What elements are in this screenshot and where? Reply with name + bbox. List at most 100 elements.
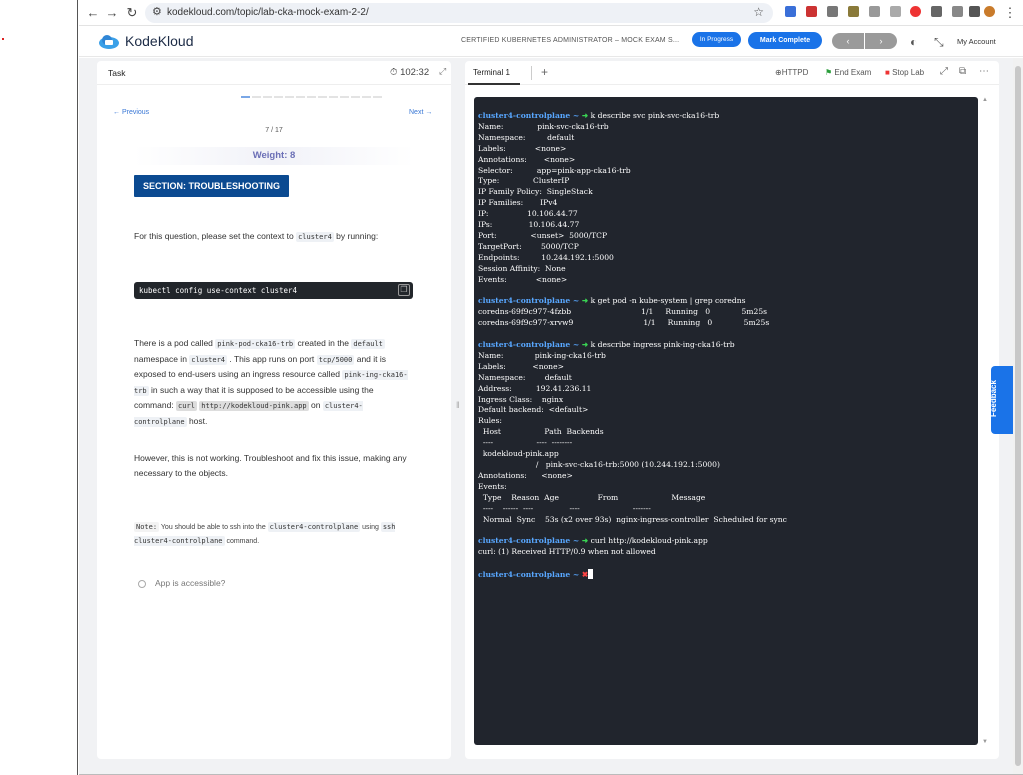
url-text[interactable]: kodekloud.com/topic/lab-cka-mock-exam-2-… — [167, 7, 369, 18]
inline-code: cluster4 — [189, 354, 228, 365]
divider — [531, 66, 532, 80]
reload-button[interactable]: ↻ — [123, 4, 141, 22]
next-question-link[interactable]: Next → — [409, 109, 432, 116]
forward-button[interactable]: → — [103, 4, 121, 22]
text: There is a pod called — [134, 338, 216, 348]
section-badge: SECTION: TROUBLESHOOTING — [134, 175, 289, 197]
terminal-tab-bar: Terminal 1 + ⊕HTTPD ⚑ End Exam ■ Stop La… — [465, 61, 999, 85]
progress-step[interactable] — [318, 96, 327, 98]
check-label: App is accessible? — [155, 578, 226, 588]
text: host. — [186, 415, 208, 426]
site-settings-icon[interactable]: ⚙ — [152, 5, 162, 18]
prompt: cluster4-controlplane ~ — [478, 296, 582, 306]
logo-text[interactable]: KodeKloud — [125, 33, 194, 49]
command: k describe svc pink-svc-cka16-trb — [588, 111, 720, 120]
progress-step[interactable] — [340, 96, 349, 98]
command-output: coredns-69f9c977-4fzbb 1/1 Running 0 5m2… — [478, 307, 770, 328]
feedback-tab[interactable]: Feedback — [989, 366, 1013, 434]
terminal-output: cluster4-controlplane ~ ➜ k describe svc… — [478, 111, 787, 581]
text: by running: — [333, 231, 379, 241]
site-header: KodeKloud CERTIFIED KUBERNETES ADMINISTR… — [79, 27, 1023, 57]
bookmark-star-icon[interactable]: ☆ — [753, 5, 764, 19]
timer-value: 102:32 — [400, 67, 430, 78]
command-block: kubectl config use-context cluster4 ❐ — [134, 282, 413, 299]
browser-toolbar: ← → ↻ ⚙ kodekloud.com/topic/lab-cka-mock… — [79, 0, 1023, 26]
command-output: Name: pink-svc-cka16-trb Namespace: defa… — [478, 121, 631, 284]
my-account-link[interactable]: My Account — [957, 37, 996, 46]
add-terminal-button[interactable]: + — [541, 65, 548, 79]
troubleshoot-instruction: However, this is not working. Troublesho… — [134, 453, 407, 478]
check-status-icon — [138, 579, 146, 588]
command: k get pod -n kube-system | grep coredns — [588, 296, 746, 306]
page-scrollbar[interactable] — [1013, 58, 1023, 775]
text: namespace in — [134, 353, 190, 364]
extension-icon-4[interactable] — [848, 6, 859, 17]
scrollbar-thumb[interactable] — [1015, 66, 1021, 766]
exam-timer: ⏱ 102:32 — [390, 67, 430, 78]
profile-avatar[interactable] — [984, 6, 995, 17]
more-options-icon[interactable]: ⋯ — [979, 66, 989, 77]
prev-lesson-button[interactable]: ‹ — [832, 33, 864, 49]
progress-step[interactable] — [351, 96, 360, 98]
globe-icon: ⊕ — [775, 68, 782, 77]
browser-menu-icon[interactable]: ⋮ — [1001, 4, 1019, 22]
back-button[interactable]: ← — [84, 4, 102, 22]
question-weight: Weight: 8 — [134, 147, 414, 165]
open-new-window-icon[interactable]: ⧉ — [959, 66, 966, 77]
progress-step[interactable] — [307, 96, 316, 98]
theme-toggle-icon[interactable]: ◐ — [910, 35, 917, 49]
flag-icon: ⚑ — [825, 68, 833, 77]
address-bar[interactable]: ⚙ kodekloud.com/topic/lab-cka-mock-exam-… — [145, 3, 773, 23]
extension-icon-2[interactable] — [806, 6, 817, 17]
terminal-screen[interactable]: cluster4-controlplane ~ ➜ k describe svc… — [474, 97, 978, 745]
expand-icon[interactable]: ⤢ — [940, 66, 948, 77]
stop-lab-label: Stop Lab — [892, 68, 925, 77]
progress-step[interactable] — [274, 96, 283, 98]
progress-step[interactable] — [329, 96, 338, 98]
extension-icon-5[interactable] — [869, 6, 880, 17]
terminal-tab-1[interactable]: Terminal 1 — [473, 68, 510, 77]
text: For this question, please set the contex… — [134, 231, 297, 241]
extension-icon-3[interactable] — [827, 6, 838, 17]
side-panel-icon[interactable] — [952, 6, 963, 17]
extension-icon-6[interactable] — [890, 6, 901, 17]
mark-complete-button[interactable]: Mark Complete — [748, 32, 822, 49]
extension-icon-1[interactable] — [785, 6, 796, 17]
previous-question-link[interactable]: ← Previous — [113, 109, 149, 116]
stop-icon: ■ — [885, 68, 890, 77]
next-lesson-button[interactable]: › — [865, 33, 897, 49]
prompt: cluster4-controlplane ~ — [478, 570, 582, 580]
extensions-puzzle-icon[interactable] — [931, 6, 942, 17]
task-tab[interactable]: Task — [108, 68, 125, 78]
progress-step[interactable] — [263, 96, 272, 98]
extension-icon-7[interactable] — [910, 6, 921, 17]
exam-title: CERTIFIED KUBERNETES ADMINISTRATOR – MOC… — [461, 37, 680, 44]
scroll-up-icon[interactable]: ▲ — [982, 97, 988, 103]
progress-step[interactable] — [362, 96, 371, 98]
httpd-label: HTTPD — [781, 68, 809, 77]
collapse-icon[interactable]: ⤡ — [934, 35, 944, 50]
panel-resize-handle[interactable]: ‖ — [456, 400, 460, 410]
expand-icon[interactable]: ⤢ — [439, 66, 446, 77]
stop-lab-button[interactable]: ■ Stop Lab — [885, 68, 924, 77]
progress-step[interactable] — [241, 96, 250, 98]
context-instruction: For this question, please set the contex… — [134, 229, 412, 245]
terminal-scrollbar[interactable]: ▲ ▼ — [981, 97, 989, 745]
command-text[interactable]: kubectl config use-context cluster4 — [139, 286, 297, 295]
command-output: Name: pink-ing-cka16-trb Labels: <none> … — [478, 350, 787, 524]
scroll-down-icon[interactable]: ▼ — [982, 739, 988, 745]
copy-icon[interactable]: ❐ — [398, 284, 410, 296]
kodekloud-logo-icon[interactable] — [98, 34, 120, 50]
in-progress-badge[interactable]: In Progress — [692, 32, 741, 47]
progress-step[interactable] — [252, 96, 261, 98]
download-icon[interactable] — [969, 6, 980, 17]
check-app-accessible[interactable]: App is accessible? — [138, 578, 225, 588]
progress-step[interactable] — [285, 96, 294, 98]
active-tab-indicator — [468, 83, 520, 85]
progress-step[interactable] — [373, 96, 382, 98]
httpd-button[interactable]: ⊕HTTPD — [775, 68, 808, 77]
end-exam-button[interactable]: ⚑ End Exam — [825, 68, 871, 77]
progress-step[interactable] — [296, 96, 305, 98]
browser-window: ← → ↻ ⚙ kodekloud.com/topic/lab-cka-mock… — [79, 0, 1023, 775]
text: using — [360, 524, 381, 531]
